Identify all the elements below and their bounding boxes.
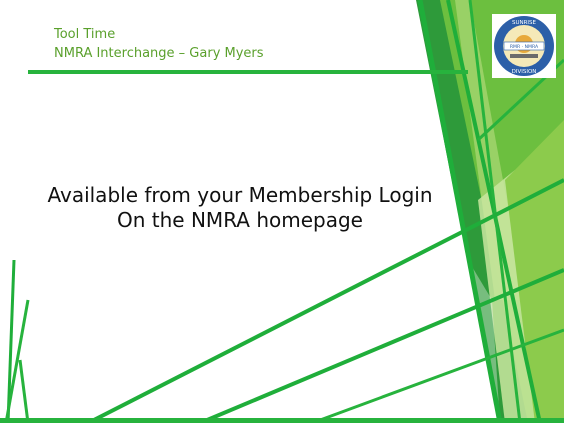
- main-text-line-1: Available from your Membership Login: [47, 183, 433, 207]
- logo-top-text: SUNRISE: [512, 20, 537, 26]
- bottom-strip: [0, 418, 564, 423]
- logo-track: [510, 54, 538, 58]
- slide: Tool Time NMRA Interchange – Gary Myers …: [0, 0, 564, 423]
- logo-bottom-text: DIVISION: [512, 69, 537, 75]
- left-line-3: [18, 359, 30, 423]
- logo-center-text: RMR · NMRA: [510, 44, 539, 50]
- sunrise-division-logo: SUNRISE RMR · NMRA DIVISION: [492, 14, 556, 78]
- slide-title: Tool Time: [54, 27, 116, 42]
- main-text-block: Available from your Membership Login On …: [0, 183, 480, 233]
- main-text-line-2: On the NMRA homepage: [117, 208, 363, 232]
- header-rule: [28, 70, 468, 74]
- slide-subtitle: NMRA Interchange – Gary Myers: [54, 46, 264, 61]
